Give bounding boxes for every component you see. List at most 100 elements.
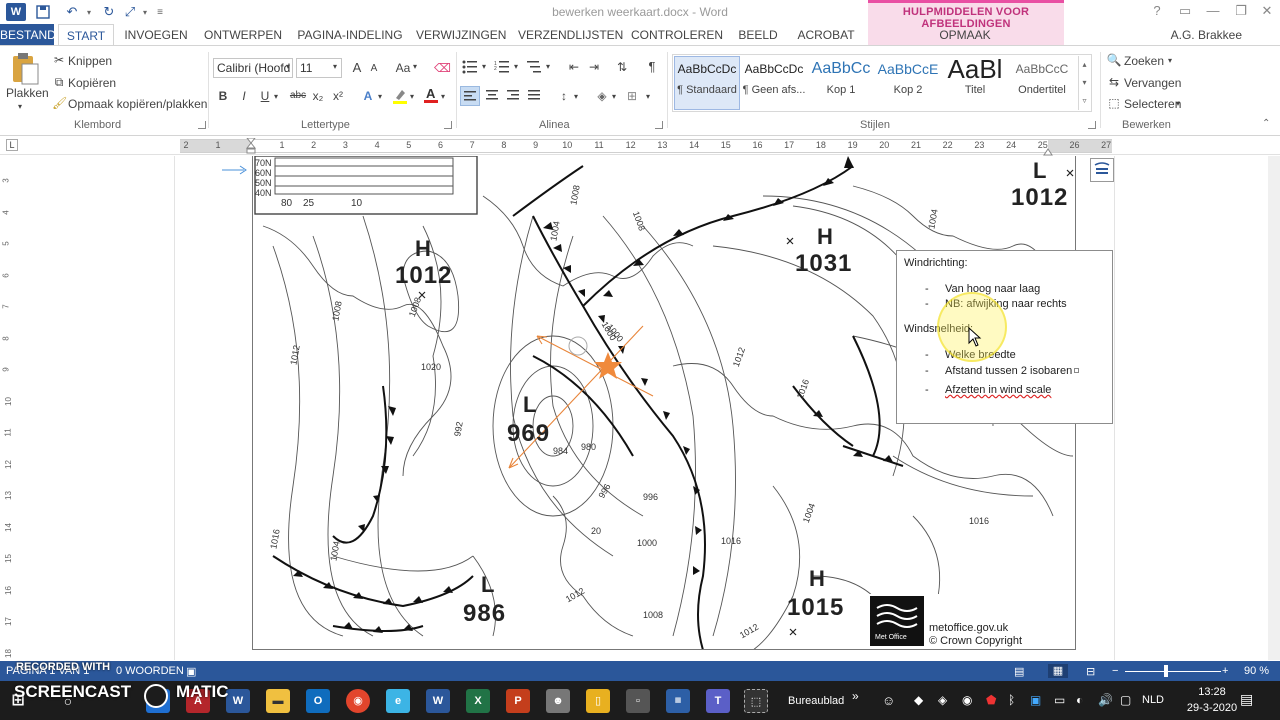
tab-page-layout[interactable]: PAGINA-INDELING [296,24,404,46]
vertical-ruler[interactable]: 3 4 5 6 7 8 9 10 11 12 13 14 15 16 17 18 [0,156,18,660]
taskbar-powerpoint-icon[interactable]: P [506,689,530,713]
taskbar-app-2-icon[interactable]: ▦ [666,689,690,713]
taskbar-word-icon[interactable]: W [226,689,250,713]
sort-icon[interactable]: ⇅ [614,59,630,75]
language-indicator[interactable]: NLD [1142,694,1164,706]
indent-marker-icon[interactable] [245,137,257,157]
subscript-button[interactable]: x₂ [310,88,326,104]
maximize-icon[interactable]: ❐ [1228,2,1254,20]
tray-icon[interactable]: ◆ [914,693,923,707]
strikethrough-button[interactable]: abc [288,88,308,104]
font-size-dropdown-icon[interactable]: ▾ [333,62,337,71]
help-icon[interactable]: ? [1144,2,1170,20]
line-spacing-icon[interactable]: ↕ [556,88,572,104]
textbox-resize-handle[interactable] [1074,368,1079,373]
close-icon[interactable]: ✕ [1254,2,1280,20]
increase-indent-icon[interactable]: ⇥ [586,59,602,75]
find-dropdown-icon[interactable]: ▾ [1168,56,1172,65]
bold-button[interactable]: B [216,88,230,104]
paste-label[interactable]: Plakken [6,86,49,100]
text-effects-dropdown-icon[interactable]: ▾ [378,92,382,101]
font-color-dropdown-icon[interactable]: ▾ [441,92,445,101]
taskbar-notes-icon[interactable]: ▯ [586,689,610,713]
tab-picture-format[interactable]: OPMAAK [900,24,1030,46]
font-launcher-icon[interactable] [444,121,452,129]
text-effects-icon[interactable]: A [360,88,376,104]
tray-icon[interactable]: ◉ [962,693,972,707]
action-center-icon[interactable]: ▤ [1240,691,1253,708]
select-icon[interactable]: ⬚ [1106,95,1122,111]
select-dropdown-icon[interactable]: ▾ [1176,99,1180,108]
user-name[interactable]: A.G. Brakkee [1130,24,1242,46]
proofing-icon[interactable]: ▣ [186,665,196,678]
read-mode-icon[interactable]: ▤ [1014,665,1024,678]
tray-icon[interactable]: ◐ [1076,693,1083,707]
italic-button[interactable]: I [237,88,251,104]
clock-date[interactable]: 29-3-2020 [1180,702,1244,714]
tab-design[interactable]: ONTWERPEN [202,24,284,46]
taskbar-teams-icon[interactable]: T [706,689,730,713]
superscript-button[interactable]: x² [330,88,346,104]
clock-time[interactable]: 13:28 [1186,686,1238,698]
tab-review[interactable]: CONTROLEREN [630,24,724,46]
style-gallery-scroll[interactable]: ▴ ▾ ▿ [1078,56,1090,110]
toolbar-expand-icon[interactable]: » [852,689,859,703]
paragraph-launcher-icon[interactable] [655,121,663,129]
paste-icon[interactable] [10,52,40,88]
zoom-level[interactable]: 90 % [1244,665,1269,677]
find-button[interactable]: Zoeken [1124,54,1164,68]
shrink-font-icon[interactable]: A [368,61,380,77]
word-count[interactable]: 0 WOORDEN [116,665,184,677]
tab-view[interactable]: BEELD [734,24,782,46]
justify-button[interactable] [526,87,542,103]
shading-icon[interactable]: ◈ [594,88,610,104]
multilevel-dropdown-icon[interactable]: ▾ [546,62,550,71]
clipboard-launcher-icon[interactable] [198,121,206,129]
taskbar-word-icon-2[interactable]: W [426,689,450,713]
numbering-icon[interactable]: 12 [494,60,510,74]
align-right-button[interactable] [505,87,521,103]
copy-icon[interactable]: ⧉ [52,74,66,90]
align-center-button[interactable] [484,87,500,103]
underline-dropdown-icon[interactable]: ▾ [274,92,278,101]
underline-button[interactable]: U [258,88,272,104]
zoom-in-button[interactable]: + [1222,665,1228,677]
grow-font-icon[interactable]: A [350,60,364,76]
volume-icon[interactable]: 🔊 [1098,693,1113,707]
print-layout-icon[interactable]: ▦ [1048,664,1068,678]
bluetooth-icon[interactable]: ᛒ [1008,693,1015,707]
tab-selector-icon[interactable]: L [6,139,18,151]
shading-dropdown-icon[interactable]: ▾ [612,92,616,101]
format-painter-icon[interactable]: 🖌 [52,95,67,111]
decrease-indent-icon[interactable]: ⇤ [566,59,582,75]
show-formatting-icon[interactable]: ¶ [644,59,660,75]
vertical-scrollbar[interactable] [1268,156,1280,660]
borders-dropdown-icon[interactable]: ▾ [646,92,650,101]
taskbar-snip-icon[interactable]: ⬚ [744,689,768,713]
zoom-out-button[interactable]: − [1112,665,1118,677]
minimize-icon[interactable]: — [1200,2,1226,20]
horizontal-ruler[interactable]: L 2 1 1 2 3 4 5 6 7 8 9 10 11 12 13 14 15 16 17 18 19 20 21 22 2… [0,137,1280,157]
style-no-spacing[interactable]: AaBbCcDc ¶ Geen afs... [741,54,807,106]
tray-icon[interactable]: ◈ [938,693,947,707]
font-name-combo[interactable]: Calibri (Hoofd [213,58,293,78]
change-case-dropdown-icon[interactable]: ▾ [413,62,417,71]
numbering-dropdown-icon[interactable]: ▾ [514,62,518,71]
network-icon[interactable]: ▢ [1120,693,1131,707]
replace-icon[interactable]: ⇆ [1106,74,1122,90]
highlight-color-icon[interactable] [392,88,408,104]
change-case-icon[interactable]: Aa [394,60,412,76]
zoom-slider[interactable] [1125,671,1221,672]
style-standard[interactable]: AaBbCcDc ¶ Standaard [674,54,740,106]
taskbar-excel-icon[interactable]: X [466,689,490,713]
layout-options-button[interactable] [1090,158,1114,182]
tab-file[interactable]: BESTAND [0,24,56,46]
taskbar-sticky-icon[interactable]: ▫ [626,689,650,713]
multilevel-list-icon[interactable] [526,60,542,74]
tab-references[interactable]: VERWIJZINGEN [416,24,506,46]
taskbar-people-icon[interactable]: ☻ [546,689,570,713]
tab-acrobat[interactable]: ACROBAT [794,24,858,46]
bullets-dropdown-icon[interactable]: ▾ [482,62,486,71]
align-left-button[interactable] [460,86,480,106]
line-spacing-dropdown-icon[interactable]: ▾ [574,92,578,101]
